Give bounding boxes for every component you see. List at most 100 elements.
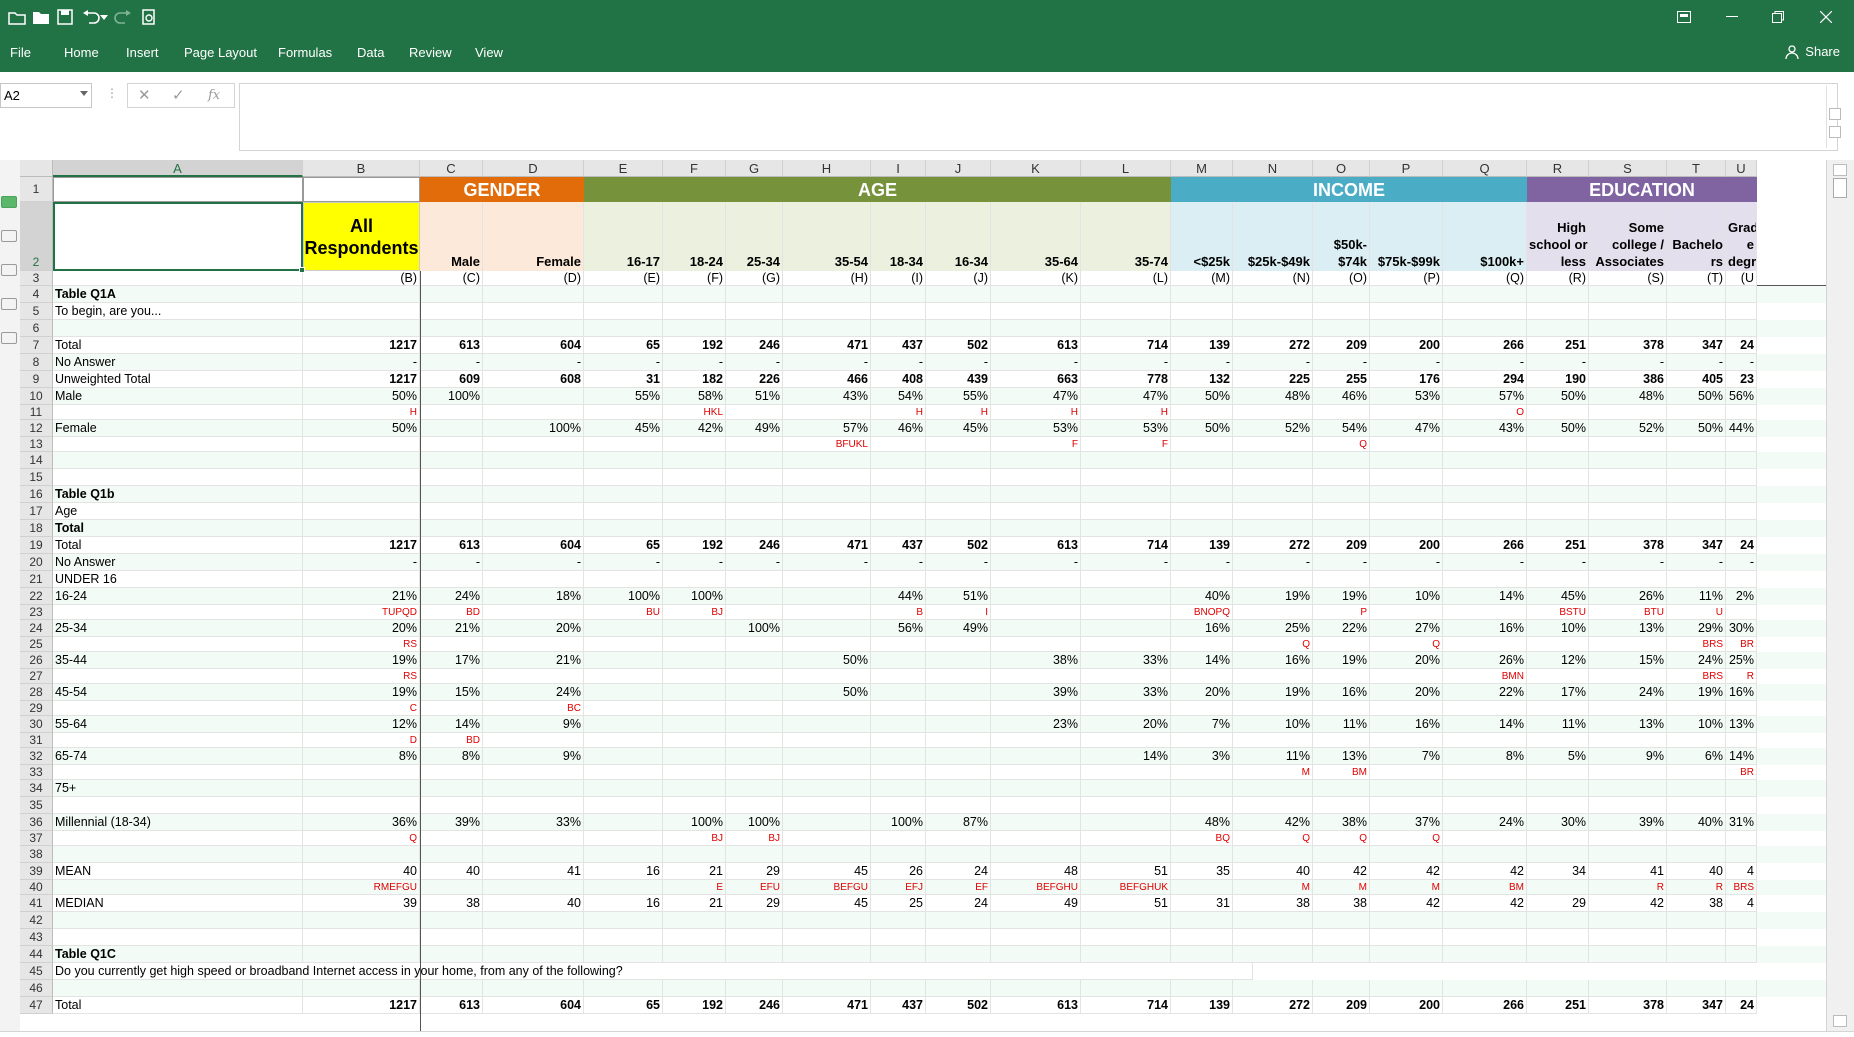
row-label[interactable]: Female <box>53 420 303 437</box>
data-cell[interactable]: 40 <box>1233 863 1313 880</box>
data-cell[interactable] <box>926 846 991 863</box>
sig-letters[interactable] <box>1589 831 1667 846</box>
row-header-23[interactable]: 23 <box>20 605 53 620</box>
data-cell[interactable]: 14% <box>1443 588 1527 605</box>
data-cell[interactable]: 439 <box>926 371 991 388</box>
data-cell[interactable] <box>1313 520 1370 537</box>
sig-letters[interactable] <box>483 669 584 684</box>
data-cell[interactable] <box>1313 486 1370 503</box>
data-cell[interactable] <box>303 452 420 469</box>
data-cell[interactable] <box>1589 929 1667 946</box>
sig-letters[interactable] <box>1527 831 1589 846</box>
data-cell[interactable]: 40% <box>1667 814 1726 831</box>
share-button[interactable]: Share <box>1785 44 1840 59</box>
row-header-43[interactable]: 43 <box>20 929 53 946</box>
close-icon[interactable] <box>1806 4 1846 30</box>
data-cell[interactable]: 53% <box>1370 388 1443 405</box>
data-cell[interactable] <box>783 716 871 733</box>
data-cell[interactable] <box>871 520 926 537</box>
data-cell[interactable]: 39% <box>991 684 1081 701</box>
data-cell[interactable] <box>1233 980 1313 997</box>
sig-letters[interactable] <box>1443 831 1527 846</box>
data-cell[interactable] <box>871 929 926 946</box>
sig-letters[interactable] <box>871 437 926 452</box>
data-cell[interactable]: 604 <box>483 997 584 1014</box>
data-cell[interactable]: 139 <box>1171 997 1233 1014</box>
data-cell[interactable] <box>991 846 1081 863</box>
data-cell[interactable]: 47% <box>1081 388 1171 405</box>
data-cell[interactable] <box>663 303 726 320</box>
sig-letters[interactable] <box>991 701 1081 716</box>
data-cell[interactable] <box>1726 846 1757 863</box>
data-cell[interactable]: 139 <box>1171 337 1233 354</box>
comment-icon[interactable] <box>1 196 17 208</box>
data-cell[interactable] <box>420 797 483 814</box>
sig-letters[interactable] <box>1443 605 1527 620</box>
data-cell[interactable]: - <box>584 554 663 571</box>
row-label[interactable] <box>53 452 303 469</box>
data-cell[interactable] <box>1589 452 1667 469</box>
data-cell[interactable]: 13% <box>1313 748 1370 765</box>
sig-letters[interactable] <box>1726 437 1757 452</box>
data-cell[interactable]: 53% <box>1081 420 1171 437</box>
data-cell[interactable]: 50% <box>1171 388 1233 405</box>
data-cell[interactable]: 41 <box>483 863 584 880</box>
data-cell[interactable]: - <box>663 354 726 371</box>
sig-letters[interactable] <box>303 437 420 452</box>
tab-page-layout[interactable]: Page Layout <box>184 45 257 60</box>
row-label[interactable] <box>53 980 303 997</box>
data-cell[interactable] <box>1370 503 1443 520</box>
sig-letters[interactable] <box>584 831 663 846</box>
table-icon[interactable] <box>1 298 17 310</box>
data-cell[interactable] <box>1081 946 1171 963</box>
data-cell[interactable] <box>420 469 483 486</box>
data-cell[interactable]: - <box>871 554 926 571</box>
cell-a1[interactable] <box>53 177 303 202</box>
data-cell[interactable] <box>991 452 1081 469</box>
data-cell[interactable] <box>783 452 871 469</box>
sig-letters[interactable]: Q <box>1233 831 1313 846</box>
column-header-e[interactable]: E <box>584 160 663 177</box>
data-cell[interactable] <box>991 303 1081 320</box>
data-cell[interactable]: 378 <box>1589 537 1667 554</box>
data-cell[interactable]: 266 <box>1443 997 1527 1014</box>
sig-letters[interactable]: BJ <box>726 831 783 846</box>
data-cell[interactable] <box>1313 780 1370 797</box>
sig-letters[interactable]: H <box>871 405 926 420</box>
data-cell[interactable]: 42 <box>1370 863 1443 880</box>
data-cell[interactable] <box>584 320 663 337</box>
data-cell[interactable] <box>1081 797 1171 814</box>
data-cell[interactable]: 7% <box>1370 748 1443 765</box>
data-cell[interactable]: 19% <box>303 652 420 669</box>
data-cell[interactable] <box>726 797 783 814</box>
data-cell[interactable] <box>1370 846 1443 863</box>
data-cell[interactable] <box>1667 929 1726 946</box>
data-cell[interactable] <box>1726 946 1757 963</box>
row-header-7[interactable]: 7 <box>20 337 53 354</box>
data-cell[interactable] <box>926 486 991 503</box>
data-cell[interactable] <box>1589 520 1667 537</box>
data-cell[interactable]: 45% <box>926 420 991 437</box>
open-folder-icon[interactable] <box>6 7 28 27</box>
data-cell[interactable]: - <box>1171 554 1233 571</box>
data-cell[interactable] <box>726 716 783 733</box>
sig-letters[interactable] <box>991 669 1081 684</box>
data-cell[interactable] <box>1589 486 1667 503</box>
data-cell[interactable] <box>1233 520 1313 537</box>
row-header-13[interactable]: 13 <box>20 437 53 452</box>
sig-letters[interactable]: Q <box>1233 637 1313 652</box>
data-cell[interactable]: 65 <box>584 537 663 554</box>
data-cell[interactable]: 42 <box>1443 895 1527 912</box>
data-cell[interactable]: 609 <box>420 371 483 388</box>
data-cell[interactable]: - <box>1527 354 1589 371</box>
sig-letters[interactable] <box>483 605 584 620</box>
data-cell[interactable]: - <box>1443 554 1527 571</box>
data-cell[interactable] <box>991 797 1081 814</box>
data-cell[interactable] <box>726 320 783 337</box>
data-cell[interactable]: 9% <box>483 748 584 765</box>
row-header-21[interactable]: 21 <box>20 571 53 588</box>
data-cell[interactable]: 31 <box>584 371 663 388</box>
row-header-37[interactable]: 37 <box>20 831 53 846</box>
data-cell[interactable] <box>991 929 1081 946</box>
data-cell[interactable]: - <box>420 354 483 371</box>
